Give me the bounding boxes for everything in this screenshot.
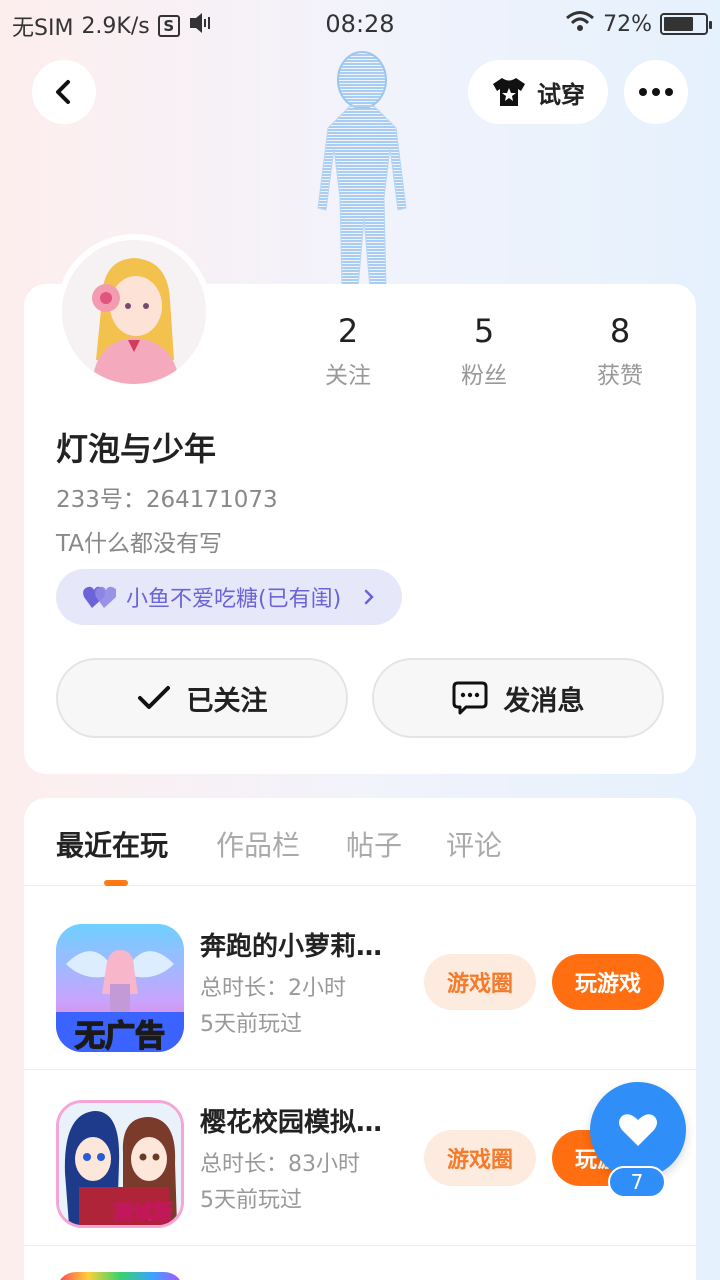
double-heart-icon	[83, 586, 116, 608]
game-icon[interactable]: 测试版	[56, 1100, 184, 1228]
game-icon[interactable]: 无广告	[56, 924, 184, 1052]
like-count-badge: 7	[608, 1166, 666, 1198]
try-on-label: 试穿	[537, 80, 585, 109]
avatar-3d-model[interactable]	[300, 48, 424, 289]
message-button[interactable]: 发消息	[372, 658, 664, 738]
game-icon[interactable]	[56, 1272, 184, 1280]
game-last-played: 5天前玩过	[200, 1012, 302, 1037]
tshirt-icon	[493, 78, 525, 106]
game-last-played: 5天前玩过	[200, 1188, 302, 1213]
heart-icon	[619, 1114, 657, 1146]
stat-label: 粉丝	[461, 363, 507, 389]
follow-label: 已关注	[186, 685, 268, 717]
battery-percent: 72%	[603, 11, 652, 37]
game-title: 樱花校园模拟…	[200, 1108, 383, 1138]
row-divider	[24, 1245, 696, 1246]
status-bar: 无SIM 2.9K/s S 08:28 72%	[0, 0, 720, 50]
game-duration: 总时长：2小时	[200, 976, 346, 1001]
tab-posts[interactable]: 帖子	[346, 824, 402, 864]
tab-indicator	[104, 880, 128, 886]
game-circle-button[interactable]: 游戏圈	[424, 954, 536, 1010]
like-fab[interactable]	[590, 1082, 686, 1178]
user-id: 233号：264171073	[56, 487, 278, 513]
back-button[interactable]	[32, 60, 96, 124]
more-button[interactable]	[624, 60, 688, 124]
username: 灯泡与少年	[56, 430, 217, 468]
stat-likes[interactable]: 8 获赞	[552, 312, 688, 390]
game-duration: 总时长：83小时	[200, 1152, 360, 1177]
message-label: 发消息	[503, 685, 585, 717]
game-row[interactable]: 测试版 樱花校园模拟… 总时长：83小时 5天前玩过 游戏圈 玩游戏	[24, 1070, 696, 1246]
stat-number: 2	[337, 312, 359, 350]
battery-icon	[660, 13, 712, 35]
game-title: 奔跑的小萝莉…	[200, 932, 383, 962]
game-icon-text: 测试版	[113, 1200, 173, 1224]
stat-following[interactable]: 2 关注	[280, 312, 416, 390]
stat-number: 8	[609, 312, 631, 350]
game-circle-button[interactable]: 游戏圈	[424, 1130, 536, 1186]
game-icon-text: 无广告	[75, 1019, 165, 1052]
more-dots-icon	[639, 88, 673, 96]
avatar[interactable]	[56, 234, 212, 390]
stat-label: 关注	[325, 363, 371, 389]
check-icon	[137, 686, 170, 709]
cp-label: 小鱼不爱吃糖(已有闺)	[126, 587, 342, 612]
tab-works[interactable]: 作品栏	[216, 824, 300, 864]
follow-button[interactable]: 已关注	[56, 658, 348, 738]
stat-followers[interactable]: 5 粉丝	[416, 312, 552, 390]
cp-relation-pill[interactable]: 小鱼不爱吃糖(已有闺)	[56, 569, 402, 625]
tab-comments[interactable]: 评论	[446, 824, 502, 864]
bio: TA什么都没有写	[56, 531, 222, 557]
wifi-icon	[565, 10, 595, 38]
stat-number: 5	[473, 312, 495, 350]
tab-bar: 最近在玩 作品栏 帖子 评论	[24, 798, 696, 886]
chevron-right-icon	[364, 589, 374, 605]
try-on-button[interactable]: 试穿	[468, 60, 608, 124]
status-right: 72%	[565, 10, 712, 38]
play-game-button[interactable]: 玩游戏	[552, 954, 664, 1010]
stat-label: 获赞	[597, 363, 643, 389]
chat-bubble-icon	[452, 681, 487, 715]
tab-recently-played[interactable]: 最近在玩	[56, 824, 168, 864]
profile-stats: 2 关注 5 粉丝 8 获赞	[280, 312, 688, 390]
game-row[interactable]: 无广告 奔跑的小萝莉… 总时长：2小时 5天前玩过 游戏圈 玩游戏	[24, 894, 696, 1070]
chevron-left-icon	[56, 80, 70, 104]
